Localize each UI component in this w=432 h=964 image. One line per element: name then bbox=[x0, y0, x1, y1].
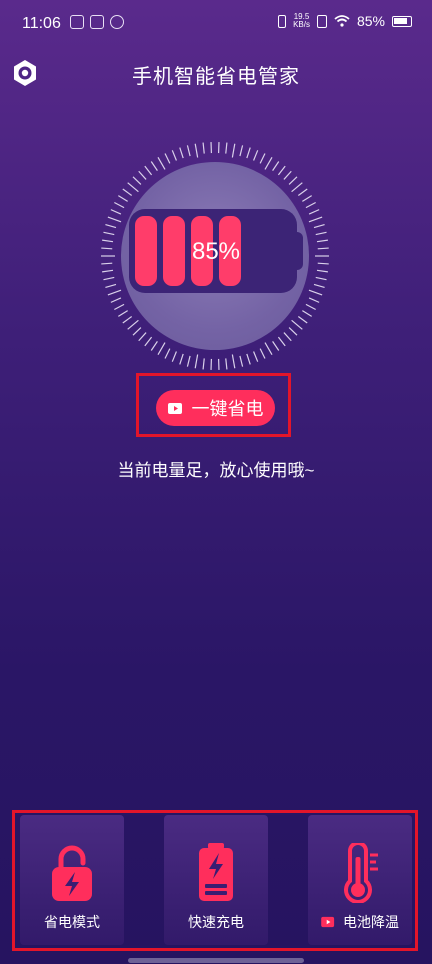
card-label-text: 电池降温 bbox=[343, 914, 399, 930]
video-icon bbox=[321, 916, 335, 928]
page-title: 手机智能省电管家 bbox=[132, 66, 300, 88]
one-key-save-label: 一键省电 bbox=[191, 399, 264, 419]
notification-icon bbox=[90, 15, 104, 29]
card-battery-cooling[interactable]: 电池降温 bbox=[308, 815, 412, 945]
battery-icon bbox=[392, 15, 412, 27]
home-indicator[interactable] bbox=[128, 958, 304, 963]
card-label: 电池降温 bbox=[308, 912, 412, 932]
notification-icon bbox=[110, 15, 124, 29]
card-label-text: 省电模式 bbox=[44, 914, 100, 930]
wifi-icon bbox=[334, 15, 350, 27]
card-label-text: 快速充电 bbox=[188, 914, 244, 930]
status-time: 11:06 bbox=[22, 15, 61, 32]
vibrate-icon bbox=[278, 14, 287, 28]
card-label: 省电模式 bbox=[20, 912, 124, 932]
one-key-save-button[interactable]: 一键省电 bbox=[156, 390, 275, 426]
status-right: 19.5 KB/s 85% bbox=[278, 13, 412, 29]
battery-charge-icon bbox=[199, 843, 233, 901]
lock-bolt-icon bbox=[52, 845, 92, 901]
video-icon bbox=[167, 402, 182, 414]
battery-status-message: 当前电量足，放心使用哦~ bbox=[117, 461, 315, 480]
status-bar: 11:06 19.5 KB/s 85% bbox=[0, 0, 432, 50]
card-label: 快速充电 bbox=[164, 912, 268, 932]
sim-icon bbox=[316, 14, 327, 28]
battery-percent-text: 85% bbox=[356, 13, 385, 29]
notification-icons bbox=[70, 15, 124, 29]
card-power-saving-mode[interactable]: 省电模式 bbox=[20, 815, 124, 945]
network-speed: 19.5 KB/s bbox=[293, 13, 310, 29]
battery-percent-label: 85% bbox=[191, 238, 241, 265]
card-fast-charge[interactable]: 快速充电 bbox=[164, 815, 268, 945]
notification-icon bbox=[70, 15, 84, 29]
thermometer-icon bbox=[344, 843, 378, 903]
network-speed-unit: KB/s bbox=[293, 20, 310, 29]
